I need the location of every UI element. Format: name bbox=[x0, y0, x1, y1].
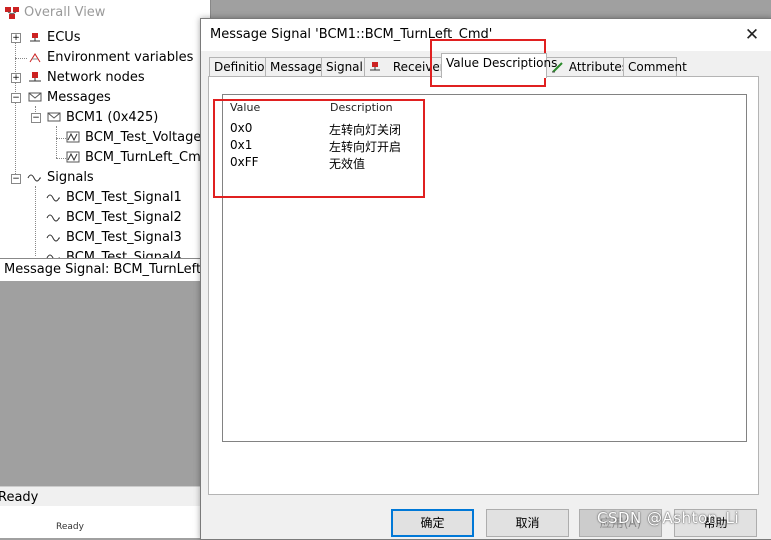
tree-item-network-nodes[interactable]: Network nodes bbox=[47, 70, 145, 85]
tab-definition[interactable]: Definition bbox=[209, 57, 272, 77]
message-envelope-icon bbox=[47, 112, 61, 122]
overall-view-window: Overall View + ECUs Environment variable… bbox=[0, 0, 211, 258]
value-descriptions-panel: Value Description 0x0 左转向灯关闭 0x1 左转向灯开启 … bbox=[208, 76, 759, 495]
network-node-icon bbox=[29, 72, 41, 82]
tree-item-bcm1[interactable]: BCM1 (0x425) bbox=[66, 110, 158, 125]
tab-comment[interactable]: Comment bbox=[623, 57, 687, 77]
tab-label: Message bbox=[270, 60, 323, 74]
value-descriptions-list[interactable]: Value Description 0x0 左转向灯关闭 0x1 左转向灯开启 … bbox=[222, 94, 747, 442]
column-header-description[interactable]: Description bbox=[330, 101, 393, 114]
overall-view-icon bbox=[5, 7, 19, 19]
tab-label: Signal bbox=[326, 60, 363, 74]
cancel-button[interactable]: 取消 bbox=[486, 509, 569, 537]
message-signal-dialog: Message Signal 'BCM1::BCM_TurnLeft_Cmd' … bbox=[200, 18, 771, 540]
environment-variable-icon bbox=[29, 53, 41, 63]
bcm1-expander[interactable]: − bbox=[31, 113, 41, 123]
tree-item-bcm-test-voltage[interactable]: BCM_Test_Voltage bbox=[85, 130, 201, 145]
tab-label: Value Descriptions bbox=[446, 56, 558, 70]
signal-wave-icon bbox=[46, 254, 60, 258]
description-cell: 左转向灯关闭 bbox=[329, 123, 402, 137]
value-cell: 0x0 bbox=[230, 121, 253, 135]
signal-wave-icon bbox=[46, 234, 60, 242]
tab-label: Comment bbox=[628, 60, 687, 74]
tree-item-bcm-test-signal3[interactable]: BCM_Test_Signal3 bbox=[66, 230, 182, 245]
tree-item-bcm-test-signal4[interactable]: BCM_Test_Signal4 bbox=[66, 250, 182, 258]
tab-label: Attributes bbox=[568, 60, 629, 74]
workspace-background bbox=[0, 281, 210, 486]
tree-item-environment-variables[interactable]: Environment variables bbox=[47, 50, 193, 65]
description-cell: 无效值 bbox=[329, 157, 366, 171]
tab-attributes[interactable]: Attributes bbox=[546, 57, 629, 77]
secondary-status-ready-text: Ready bbox=[56, 522, 84, 532]
tab-label: Definition bbox=[214, 60, 273, 74]
column-header-value[interactable]: Value bbox=[230, 101, 260, 114]
table-row[interactable]: 0xFF 无效值 bbox=[223, 155, 723, 171]
message-signal-icon bbox=[66, 151, 80, 163]
table-row[interactable]: 0x0 左转向灯关闭 bbox=[223, 121, 723, 137]
close-icon[interactable]: ✕ bbox=[739, 24, 765, 46]
table-row[interactable]: 0x1 左转向灯开启 bbox=[223, 138, 723, 154]
value-cell: 0xFF bbox=[230, 155, 259, 169]
tree-item-signals[interactable]: Signals bbox=[47, 170, 94, 185]
bottom-panel bbox=[0, 506, 210, 538]
tree-item-messages[interactable]: Messages bbox=[47, 90, 111, 105]
dialog-titlebar[interactable]: Message Signal 'BCM1::BCM_TurnLeft_Cmd' … bbox=[201, 19, 771, 51]
message-signal-status-bar: Message Signal: BCM_TurnLeft_Cmd bbox=[0, 258, 238, 282]
value-cell: 0x1 bbox=[230, 138, 253, 152]
ok-button[interactable]: 确定 bbox=[391, 509, 474, 537]
signals-expander[interactable]: − bbox=[11, 174, 21, 184]
signal-wave-icon bbox=[46, 214, 60, 222]
tab-message[interactable]: Message bbox=[265, 57, 323, 77]
tree-item-bcm-turnleft-cmd[interactable]: BCM_TurnLeft_Cmd bbox=[85, 150, 209, 165]
network-nodes-expander[interactable]: + bbox=[11, 73, 21, 83]
receiver-node-icon bbox=[370, 62, 380, 71]
message-envelope-icon bbox=[28, 92, 42, 102]
description-cell: 左转向灯开启 bbox=[329, 140, 402, 154]
ecus-expander[interactable]: + bbox=[11, 33, 21, 43]
tree-item-bcm-test-signal1[interactable]: BCM_Test_Signal1 bbox=[66, 190, 182, 205]
tree-item-bcm-test-signal2[interactable]: BCM_Test_Signal2 bbox=[66, 210, 182, 225]
status-ready-text: Ready bbox=[0, 490, 39, 505]
ecu-icon bbox=[30, 33, 40, 42]
message-signal-icon bbox=[66, 131, 80, 143]
tab-signal[interactable]: Signal bbox=[321, 57, 367, 77]
signal-wave-icon bbox=[46, 194, 60, 202]
messages-expander[interactable]: − bbox=[11, 93, 21, 103]
tree-item-ecus[interactable]: ECUs bbox=[47, 30, 81, 45]
overall-view-title: Overall View bbox=[24, 5, 106, 20]
watermark: CSDN @Ashton_Li bbox=[597, 509, 740, 527]
status-bar: Ready bbox=[0, 486, 210, 507]
overall-view-titlebar: Overall View bbox=[0, 0, 210, 26]
tab-value-descriptions[interactable]: Value Descriptions bbox=[441, 53, 557, 78]
signal-wave-icon bbox=[27, 174, 41, 182]
dialog-title: Message Signal 'BCM1::BCM_TurnLeft_Cmd' bbox=[210, 27, 493, 42]
tab-receivers[interactable]: Receivers bbox=[364, 57, 444, 77]
tab-label: Receivers bbox=[392, 60, 443, 74]
